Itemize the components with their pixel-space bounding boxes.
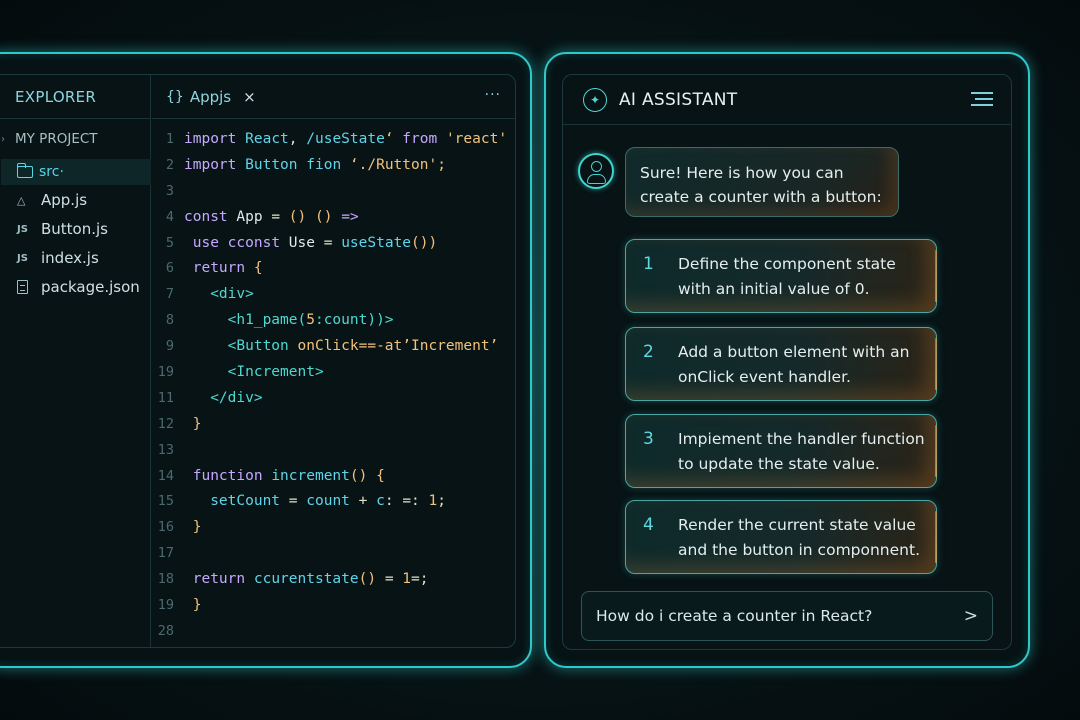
chat-input[interactable]: How do i create a counter in React? > (581, 591, 993, 641)
file-name: App.js (41, 191, 88, 209)
file-item-index-js[interactable]: JS index.js (17, 249, 99, 267)
code-line: 28 (157, 622, 174, 639)
assistant-header: ✦ AI ASSISTANT (563, 75, 1011, 125)
step-text: Render the current state value and the b… (678, 516, 920, 559)
code-line: 16 } (157, 519, 202, 536)
step-text: Impiement the handler function to update… (678, 430, 925, 473)
chevron-right-icon: › (1, 133, 5, 145)
react-icon: {} (166, 88, 184, 105)
file-item-button-js[interactable]: JS Button.js (17, 220, 108, 238)
code-line: 17 (157, 545, 174, 562)
code-line: 4 const App = () () => (165, 208, 359, 225)
file-explorer: EXPLORER › MY PROJECT src· △ App.js JS B… (0, 75, 151, 647)
code-line: 9 <Button onClick==-at’Increment’ (165, 338, 499, 355)
editor-window: EXPLORER › MY PROJECT src· △ App.js JS B… (0, 74, 516, 648)
file-item-app-js[interactable]: △ App.js (17, 191, 87, 209)
file-name: package.json (41, 278, 140, 296)
folder-label: src· (39, 164, 64, 180)
step-card-1: 1 Define the component state with an ini… (625, 239, 937, 313)
tab-label: Appjs (189, 87, 232, 106)
code-line: 15 setCount = count + c: =: 1; (157, 493, 446, 510)
tab-app-js[interactable]: {} Appjs × (166, 88, 256, 106)
code-line: 18 return ccurentstate() = 1=; (157, 571, 429, 588)
code-line: 7 <div> (165, 286, 254, 303)
code-line: 19 <Increment> (157, 364, 324, 381)
code-line: 3 (165, 182, 174, 199)
file-name: index.js (41, 249, 99, 267)
assistant-message: Sure! Here is how you can create a count… (625, 147, 899, 217)
code-line: 11 </div> (157, 389, 263, 406)
step-number: 3 (643, 429, 654, 449)
explorer-title: EXPLORER (0, 75, 150, 119)
step-number: 4 (643, 515, 654, 535)
step-text: Define the component state with an initi… (678, 255, 896, 298)
more-options-icon[interactable]: ··· (485, 87, 501, 103)
js-file-icon: JS (17, 252, 28, 264)
code-line: 14 function increment() { (157, 467, 385, 484)
code-line: 5 use cconst Use = useState()) (165, 234, 438, 251)
folder-src[interactable]: src· (1, 159, 151, 185)
project-root[interactable]: › MY PROJECT (1, 131, 98, 147)
project-name: MY PROJECT (15, 131, 98, 147)
folder-icon (16, 163, 33, 178)
step-card-4: 4 Render the current state value and the… (625, 500, 937, 574)
assistant-panel: ✦ AI ASSISTANT Sure! Here is how you can… (562, 74, 1012, 650)
code-line: 13 (157, 441, 174, 458)
js-file-icon: JS (17, 223, 28, 235)
close-icon[interactable]: × (243, 88, 256, 106)
chat-input-text: How do i create a counter in React? (596, 607, 873, 625)
assistant-avatar-icon (578, 153, 614, 189)
file-item-package-json[interactable]: package.json (17, 278, 140, 296)
send-icon[interactable]: > (964, 606, 978, 626)
code-line: 2 import Button fion ‘./Rutton'; (165, 156, 446, 173)
code-line: 8 <h1_pame(5:count))> (165, 312, 394, 329)
code-line: 19 } (157, 597, 202, 614)
assistant-title: AI ASSISTANT (619, 89, 738, 110)
step-card-2: 2 Add a button element with an onClick e… (625, 327, 937, 401)
assistant-logo-icon: ✦ (583, 87, 607, 112)
json-file-icon (17, 280, 28, 294)
code-editor[interactable]: {} Appjs × ··· 1 import React, /useState‘… (152, 75, 515, 647)
file-name: Button.js (41, 220, 108, 238)
menu-icon[interactable] (971, 92, 993, 106)
code-line: 6 return { (165, 260, 263, 277)
step-number: 1 (643, 254, 654, 274)
step-text: Add a button element with an onClick eve… (678, 343, 910, 386)
code-line: 1 import React, /useState‘ from 'react' (165, 131, 508, 147)
editor-tab-bar: {} Appjs × ··· (152, 75, 515, 119)
step-number: 2 (643, 342, 654, 362)
step-card-3: 3 Impiement the handler function to upda… (625, 414, 937, 488)
react-file-icon: △ (17, 193, 26, 207)
code-line: 12 } (157, 415, 202, 432)
code-content[interactable]: 1 import React, /useState‘ from 'react' 2… (152, 127, 515, 645)
